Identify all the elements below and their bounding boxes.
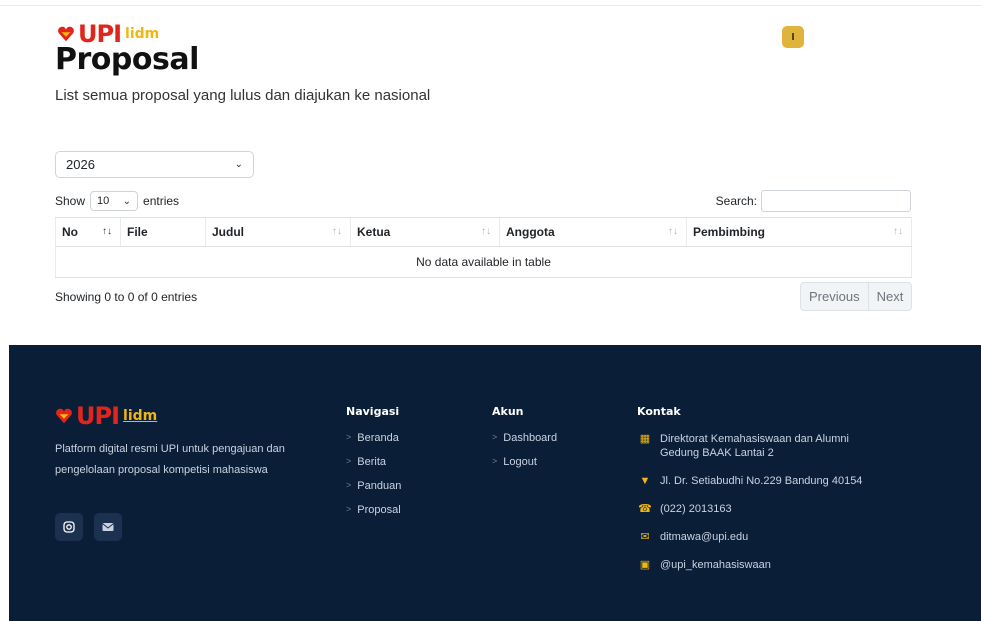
sort-icon: ↑↓ xyxy=(668,226,678,237)
location-icon: ▼ xyxy=(639,475,651,487)
logo-lidm-text: lidm xyxy=(125,26,160,42)
table-info: Showing 0 to 0 of 0 entries xyxy=(55,290,198,304)
chevron-down-icon: ⌄ xyxy=(122,195,132,207)
page-title: Proposal xyxy=(55,42,199,77)
chevron-right-icon: > xyxy=(346,456,352,466)
entries-select[interactable]: 10 ⌄ xyxy=(90,191,139,211)
chevron-right-icon: > xyxy=(492,432,498,442)
contact-instagram[interactable]: ▣ @upi_kemahasiswaan xyxy=(637,558,897,572)
footer-kontak-heading: Kontak xyxy=(637,405,681,418)
building-icon: ▦ xyxy=(639,433,651,445)
column-header-file[interactable]: File xyxy=(120,217,206,247)
upi-emblem-icon xyxy=(56,408,72,424)
contact-email[interactable]: ✉ ditmawa@upi.edu xyxy=(637,530,897,544)
chevron-right-icon: > xyxy=(492,456,498,466)
proposal-table: No ↑↓ File Judul ↑↓ Ketua ↑↓ Anggota ↑↓ Pemb… xyxy=(55,217,912,278)
page-subtitle: List semua proposal yang lulus dan diaju… xyxy=(55,87,431,104)
entries-length-control: Show 10 ⌄ entries xyxy=(55,191,179,211)
header-divider xyxy=(0,5,981,6)
instagram-icon xyxy=(63,521,75,533)
column-header-no[interactable]: No ↑↓ xyxy=(55,217,121,247)
sort-icon: ↑↓ xyxy=(893,226,903,237)
entries-label: entries xyxy=(143,194,180,208)
column-header-pembimbing[interactable]: Pembimbing ↑↓ xyxy=(686,217,912,247)
show-label: Show xyxy=(55,194,86,208)
footer-link-logout[interactable]: > Logout xyxy=(492,456,557,480)
footer-akun-heading: Akun xyxy=(492,405,524,418)
footer-navigasi-heading: Navigasi xyxy=(346,405,400,418)
contact-address-office: ▦ Direktorat Kemahasiswaan dan Alumni Ged… xyxy=(637,432,897,460)
instagram-button[interactable] xyxy=(55,513,83,541)
logo-lidm-text: lidm xyxy=(123,408,158,424)
footer-link-berita[interactable]: > Berita xyxy=(346,456,401,480)
previous-page-button[interactable]: Previous xyxy=(801,283,868,310)
search-input[interactable] xyxy=(761,190,911,212)
column-header-anggota[interactable]: Anggota ↑↓ xyxy=(499,217,687,247)
chevron-right-icon: > xyxy=(346,480,352,490)
column-header-judul[interactable]: Judul ↑↓ xyxy=(205,217,351,247)
contact-phone: ☎ (022) 2013163 xyxy=(638,503,732,515)
footer-description: Platform digital resmi UPI untuk pengaju… xyxy=(55,443,285,476)
next-page-button[interactable]: Next xyxy=(867,283,912,310)
chevron-right-icon: > xyxy=(346,504,352,514)
sort-icon: ↑↓ xyxy=(332,226,342,237)
column-header-ketua[interactable]: Ketua ↑↓ xyxy=(350,217,500,247)
sort-icon: ↑↓ xyxy=(481,226,491,237)
footer-navigasi: Navigasi > Beranda > Berita > Panduan > Prop… xyxy=(346,405,401,528)
footer-akun: Akun > Dashboard > Logout xyxy=(492,405,557,480)
logo-upi-text: UPI xyxy=(76,402,120,430)
user-avatar-button[interactable]: I xyxy=(782,26,804,48)
contact-address-street: ▼ Jl. Dr. Setiabudhi No.229 Bandung 40154 xyxy=(637,474,897,488)
footer-link-beranda[interactable]: > Beranda xyxy=(346,432,401,456)
table-row: No data available in table xyxy=(55,246,912,278)
instagram-icon: ▣ xyxy=(639,559,651,571)
email-button[interactable] xyxy=(94,513,122,541)
footer: UPI lidm Platform digital resmi UPI untu… xyxy=(9,345,981,621)
footer-kontak: Kontak ▦ Direktorat Kemahasiswaan dan Alu… xyxy=(637,405,897,586)
chevron-down-icon: ⌄ xyxy=(234,159,243,170)
phone-icon: ☎ xyxy=(638,503,652,515)
footer-link-panduan[interactable]: > Panduan xyxy=(346,480,401,504)
footer-link-dashboard[interactable]: > Dashboard xyxy=(492,432,557,456)
mail-icon: ✉ xyxy=(640,531,650,543)
year-select[interactable]: 2026 ⌄ xyxy=(55,151,254,178)
footer-logo[interactable]: UPI lidm xyxy=(55,404,157,428)
table-search: Search: xyxy=(716,190,911,212)
sort-asc-icon: ↑↓ xyxy=(102,226,112,237)
upi-emblem-icon xyxy=(58,26,74,42)
search-label: Search: xyxy=(715,194,757,208)
empty-table-message: No data available in table xyxy=(55,246,912,278)
entries-select-value: 10 xyxy=(97,195,110,207)
pagination: Previous Next xyxy=(800,282,913,311)
footer-link-proposal[interactable]: > Proposal xyxy=(346,504,401,528)
chevron-right-icon: > xyxy=(346,432,352,442)
mail-icon xyxy=(102,523,114,531)
year-select-value: 2026 xyxy=(66,157,95,172)
